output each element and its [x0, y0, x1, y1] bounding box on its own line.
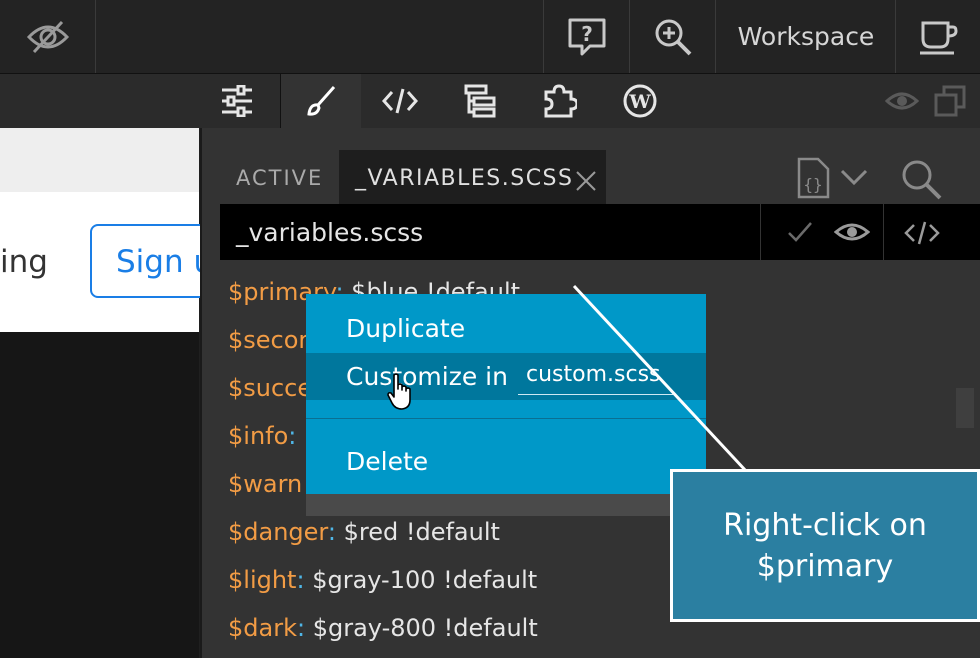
workspace-button[interactable]: Workspace	[715, 0, 896, 73]
colon: :	[296, 566, 305, 594]
callout-line-2: $primary	[756, 548, 894, 584]
colon: :	[327, 518, 336, 546]
eye-icon[interactable]	[834, 221, 870, 243]
menu-item-customize[interactable]: Customize in	[346, 362, 508, 391]
preview-canvas	[0, 332, 199, 658]
duplicate-panel-button[interactable]	[920, 74, 980, 128]
file-menu-button[interactable]: {}	[796, 157, 870, 199]
menu-item-delete[interactable]: Delete	[346, 447, 428, 476]
divider	[883, 204, 884, 260]
variable-name: $warn	[228, 470, 303, 498]
toggle-preview-button[interactable]	[0, 0, 96, 73]
brush-icon	[307, 86, 336, 116]
preview-header	[0, 128, 199, 192]
copy-icon	[934, 85, 966, 117]
callout-box: Right-click on $primary	[670, 469, 980, 622]
tab-variables-scss-label: _VARIABLES.SCSS	[355, 166, 574, 191]
code-icon[interactable]	[904, 220, 940, 246]
zoom-button[interactable]	[629, 0, 716, 73]
tree-icon	[464, 84, 496, 118]
code-line[interactable]: $warn	[228, 470, 302, 498]
code-line[interactable]: $danger: $red !default	[228, 518, 500, 546]
code-line[interactable]: $succe	[228, 374, 312, 402]
zoom-in-icon	[655, 19, 692, 55]
styles-tab[interactable]	[280, 74, 361, 128]
menu-item-duplicate[interactable]: Duplicate	[346, 314, 465, 343]
variable-name: $secor	[228, 326, 309, 354]
scrollbar-thumb[interactable]	[956, 388, 974, 428]
callout-line-1: Right-click on	[723, 507, 927, 543]
code-tab[interactable]	[368, 74, 432, 128]
coffee-cup-icon	[919, 21, 958, 54]
variable-value: $gray-100 !default	[304, 566, 538, 594]
colon: :	[288, 422, 297, 450]
help-button[interactable]: ?	[543, 0, 630, 73]
colon: :	[296, 614, 306, 642]
eye-slash-icon	[26, 20, 69, 53]
check-icon[interactable]	[787, 220, 813, 244]
puzzle-icon	[544, 84, 577, 118]
help-icon: ?	[568, 18, 606, 55]
file-name-input[interactable]: _variables.scss	[236, 218, 423, 247]
code-line[interactable]: $info:	[228, 422, 296, 450]
code-icon	[382, 88, 418, 114]
variable-value: $red !default	[335, 518, 500, 546]
variable-name: $danger	[228, 518, 328, 546]
tab-active[interactable]: ACTIVE	[236, 166, 323, 190]
components-tab[interactable]	[528, 74, 592, 128]
element-tree-tab[interactable]	[448, 74, 512, 128]
svg-text:{}: {}	[803, 175, 822, 194]
code-line[interactable]: $dark: $gray-800 !default	[228, 614, 538, 642]
variable-name: $succe	[228, 374, 313, 402]
stylesheet-file-icon: {}	[797, 157, 830, 199]
variable-name: $light	[228, 566, 297, 594]
wordpress-tab[interactable]: W	[608, 74, 672, 128]
workspace-label: Workspace	[737, 22, 875, 51]
divider	[760, 204, 761, 260]
variable-name: $dark	[228, 614, 297, 642]
menu-divider	[306, 418, 706, 419]
search-icon[interactable]	[900, 158, 944, 200]
svg-text:W: W	[628, 91, 651, 113]
chevron-down-icon	[840, 169, 868, 186]
variable-name: $info	[228, 422, 289, 450]
customize-target-input[interactable]: custom.scss	[518, 362, 673, 395]
code-line[interactable]: $light: $gray-100 !default	[228, 566, 537, 594]
variable-value: $gray-800 !default	[305, 614, 538, 642]
preview-nav-text: ing	[0, 244, 48, 280]
hand-cursor-icon	[387, 373, 411, 410]
coffee-button[interactable]	[895, 0, 980, 73]
wordpress-icon: W	[623, 84, 657, 118]
close-icon[interactable]	[575, 170, 597, 192]
eye-icon	[885, 92, 919, 110]
properties-tab[interactable]	[205, 74, 269, 128]
sliders-icon	[222, 85, 252, 117]
code-line[interactable]: $secor	[228, 326, 308, 354]
svg-text:?: ?	[581, 22, 593, 46]
